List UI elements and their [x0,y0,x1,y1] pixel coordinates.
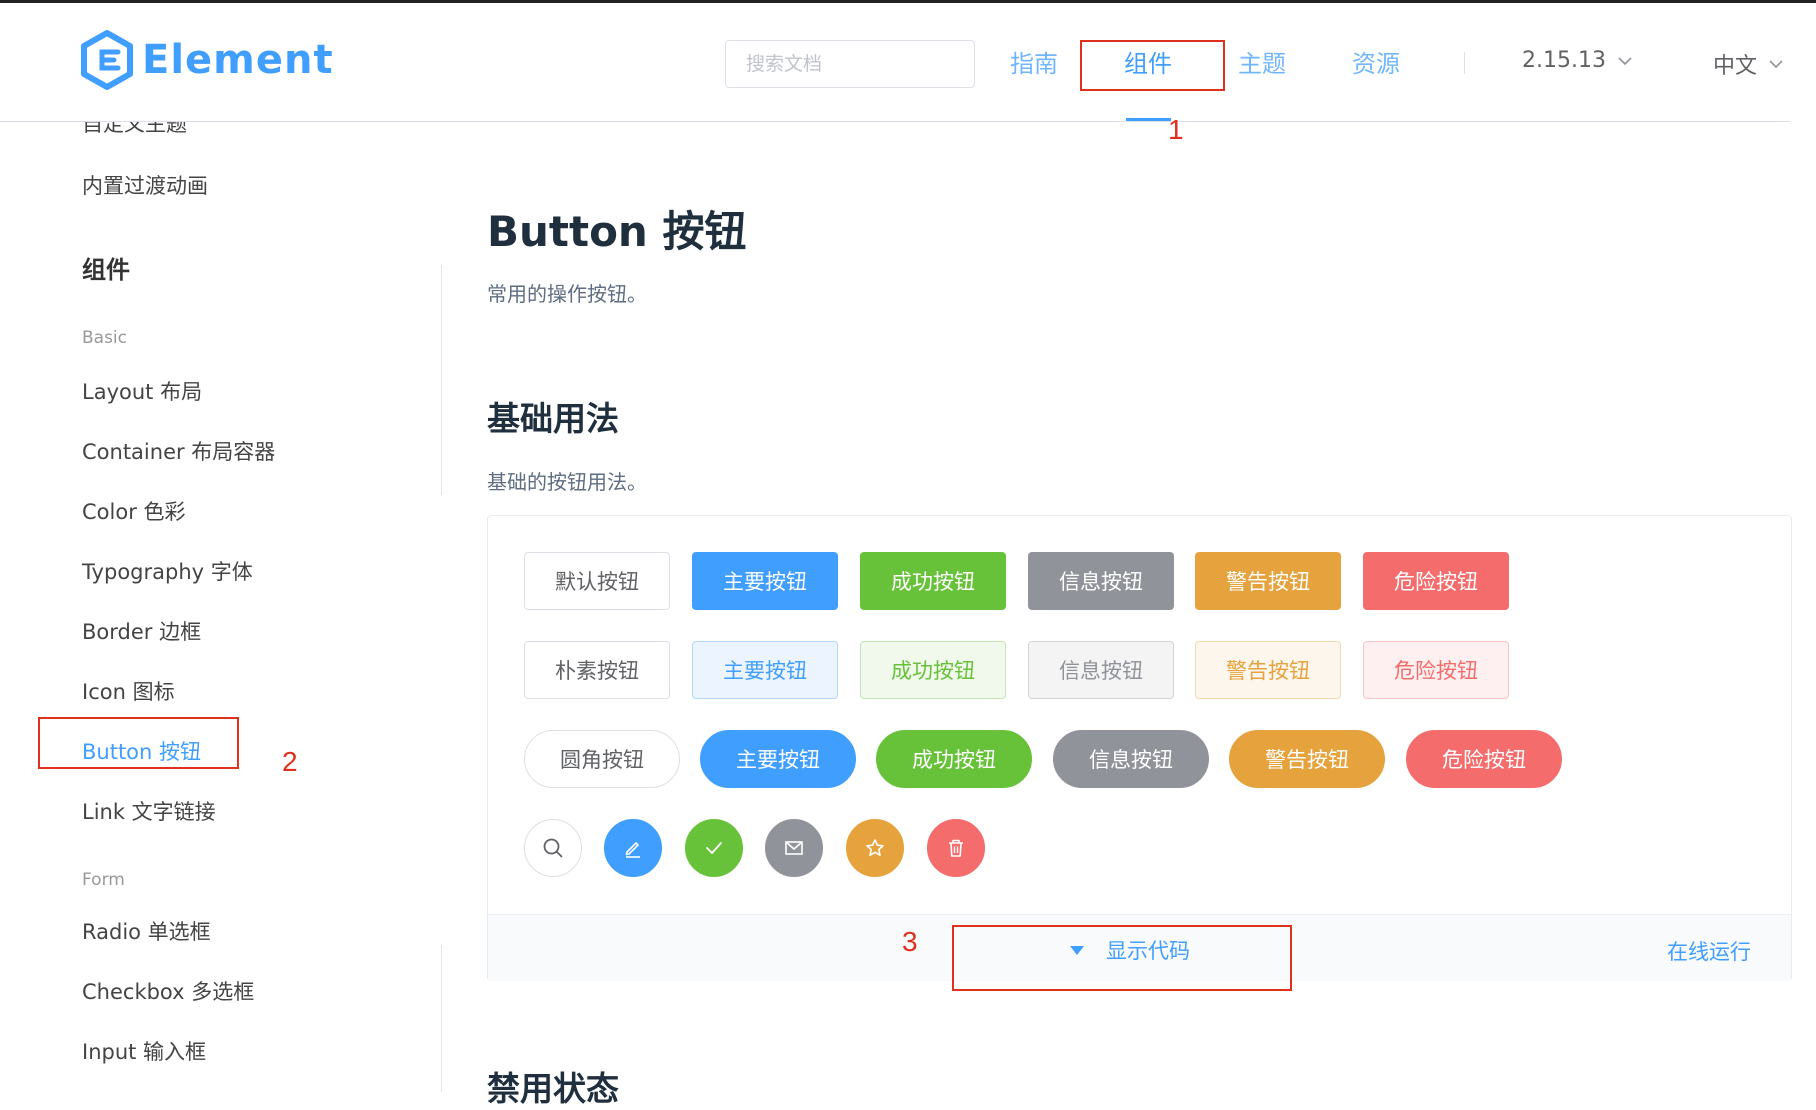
circle-message-button[interactable] [765,819,823,877]
circle-delete-button[interactable] [927,819,985,877]
nav-divider [1464,52,1465,74]
version-dropdown[interactable]: 2.15.13 [1522,48,1632,73]
logo[interactable]: Element [80,28,334,92]
language-label: 中文 [1713,54,1758,79]
nav-resource[interactable]: 资源 [1352,44,1400,79]
sidebar-item-checkbox[interactable]: Checkbox 多选框 [82,976,254,1006]
annotation-number-2: 2 [282,746,298,777]
annotation-number-3: 3 [902,926,918,957]
run-online-link[interactable]: 在线运行 [1667,936,1751,966]
annotation-box-nav [1080,40,1225,91]
plain-warning-button[interactable]: 警告按钮 [1195,641,1341,699]
round-button[interactable]: 圆角按钮 [524,730,680,788]
round-success-button[interactable]: 成功按钮 [876,730,1032,788]
star-icon [866,839,884,856]
sidebar-heading-components: 组件 [82,256,130,284]
sidebar-divider [441,945,442,1092]
sidebar-group-form: Form [82,870,125,890]
annotation-number-1: 1 [1168,114,1184,145]
edit-icon [625,842,640,858]
circle-star-button[interactable] [846,819,904,877]
delete-icon [949,839,963,857]
primary-button[interactable]: 主要按钮 [692,552,838,610]
sidebar-item-link[interactable]: Link 文字链接 [82,796,216,826]
warning-button[interactable]: 警告按钮 [1195,552,1341,610]
sidebar-divider [441,265,442,495]
sidebar-item-color[interactable]: Color 色彩 [82,496,186,526]
sidebar-item-typography[interactable]: Typography 字体 [82,556,253,586]
default-button[interactable]: 默认按钮 [524,552,670,610]
round-warning-button[interactable]: 警告按钮 [1229,730,1385,788]
sidebar: 自定义主题 内置过渡动画 组件 Basic Layout 布局 Containe… [0,122,441,1092]
sidebar-item-custom-theme[interactable]: 自定义主题 [82,122,187,138]
section-title-basic: 基础用法 [487,399,619,438]
language-dropdown[interactable]: 中文 [1713,48,1783,80]
nav-theme[interactable]: 主题 [1238,44,1286,79]
plain-info-button[interactable]: 信息按钮 [1028,641,1174,699]
page-title: Button 按钮 [487,207,747,256]
element-logo-icon [81,30,133,90]
info-button[interactable]: 信息按钮 [1028,552,1174,610]
check-icon [706,842,722,854]
version-label: 2.15.13 [1522,48,1606,73]
sidebar-group-basic: Basic [82,328,128,348]
success-button[interactable]: 成功按钮 [860,552,1006,610]
round-primary-button[interactable]: 主要按钮 [700,730,856,788]
annotation-box-show-code [952,925,1292,991]
plain-button[interactable]: 朴素按钮 [524,641,670,699]
danger-button[interactable]: 危险按钮 [1363,552,1509,610]
nav-guide[interactable]: 指南 [1010,44,1058,79]
sidebar-item-input[interactable]: Input 输入框 [82,1036,206,1066]
circle-search-button[interactable] [524,819,582,877]
plain-success-button[interactable]: 成功按钮 [860,641,1006,699]
sidebar-item-icon[interactable]: Icon 图标 [82,676,175,706]
circle-check-button[interactable] [685,819,743,877]
chevron-down-icon [1618,56,1632,65]
sidebar-item-layout[interactable]: Layout 布局 [82,376,202,406]
sidebar-item-container[interactable]: Container 布局容器 [82,436,275,466]
plain-primary-button[interactable]: 主要按钮 [692,641,838,699]
search-icon [543,838,563,858]
section-desc-basic: 基础的按钮用法。 [487,470,647,494]
sidebar-item-radio[interactable]: Radio 单选框 [82,916,211,946]
section-title-disabled: 禁用状态 [487,1069,619,1108]
chevron-down-icon [1769,60,1783,69]
logo-text: Element [142,37,334,83]
message-icon [785,841,803,855]
page-subtitle: 常用的操作按钮。 [487,282,647,306]
round-info-button[interactable]: 信息按钮 [1053,730,1209,788]
sidebar-item-transition[interactable]: 内置过渡动画 [82,170,208,200]
annotation-box-sidebar [38,717,239,769]
plain-danger-button[interactable]: 危险按钮 [1363,641,1509,699]
search-input[interactable] [725,40,975,88]
sidebar-item-border[interactable]: Border 边框 [82,616,201,646]
round-danger-button[interactable]: 危险按钮 [1406,730,1562,788]
circle-edit-button[interactable] [604,819,662,877]
